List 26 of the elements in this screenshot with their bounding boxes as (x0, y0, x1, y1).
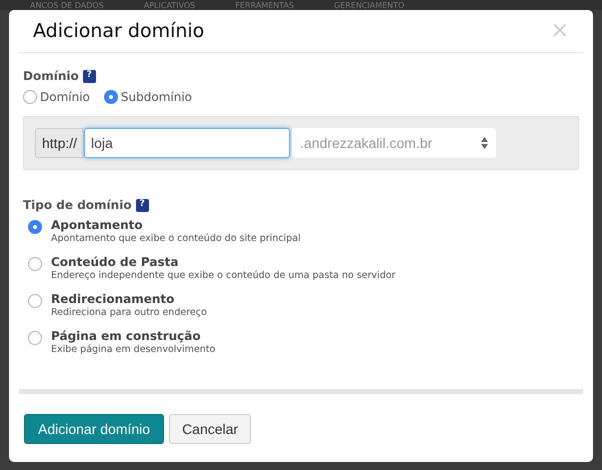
option-description: Apontamento que exibe o conteúdo do site principal (51, 233, 301, 245)
radio-button[interactable] (28, 220, 42, 234)
option-title[interactable]: Redirecionamento (51, 292, 207, 307)
subdomain-input[interactable]: loja (84, 128, 290, 158)
help-icon[interactable]: ? (82, 70, 96, 82)
radio-button[interactable] (104, 90, 118, 104)
option-description: Redireciona para outro endereço (51, 307, 207, 319)
dialog-title: Adicionar domínio (33, 18, 204, 44)
radio-button[interactable] (28, 331, 42, 345)
field-label: Domínio (23, 68, 79, 85)
radio-label[interactable]: Domínio (40, 88, 90, 106)
radio-button[interactable] (23, 90, 37, 104)
cancel-button[interactable]: Cancelar (169, 414, 252, 444)
option-description: Exibe página em desenvolvimento (51, 344, 216, 356)
option-title[interactable]: Conteúdo de Pasta (51, 255, 396, 270)
updown-icon (481, 137, 488, 149)
url-prefix: http:// (35, 128, 84, 158)
help-icon[interactable]: ? (136, 198, 149, 212)
option-description: Endereço independente que exibe o conteúdo de uma pasta no servidor (51, 270, 396, 282)
radio-button[interactable] (28, 294, 42, 308)
radio-button[interactable] (28, 257, 42, 271)
option-title[interactable]: Página em construção (51, 329, 216, 344)
field-label: Tipo de domínio (23, 197, 132, 214)
submit-button[interactable]: Adicionar domínio (24, 414, 164, 444)
option-title[interactable]: Apontamento (51, 218, 301, 233)
radio-label[interactable]: Subdomínio (120, 88, 192, 106)
